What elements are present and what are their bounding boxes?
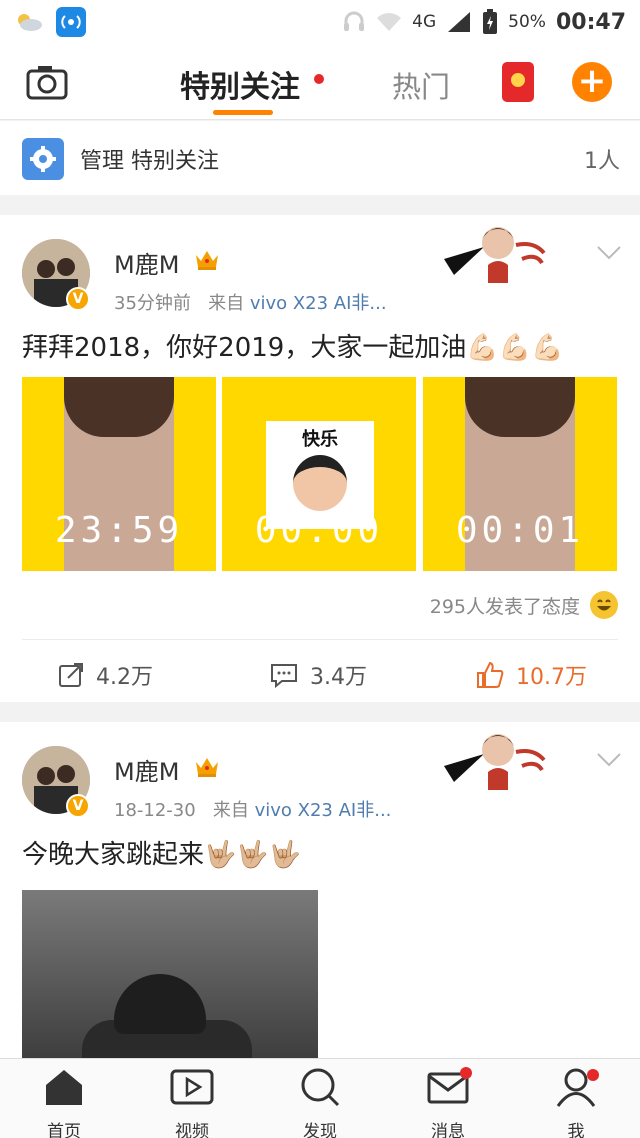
nav-me[interactable]: 我 (531, 1067, 621, 1138)
thumbs-up-icon (477, 661, 504, 688)
hotspot-app-icon (56, 7, 86, 37)
like-button[interactable]: 10.7万 (476, 655, 587, 695)
chevron-down-icon[interactable] (596, 752, 622, 768)
image-timestamp: 00:00 (254, 510, 384, 551)
headset-icon (344, 11, 365, 31)
compose-button[interactable]: + (572, 62, 612, 102)
source-prefix: 来自 (212, 800, 249, 821)
nav-home-label: 首页 (47, 1122, 81, 1138)
username[interactable]: M鹿M (114, 245, 179, 280)
comment-icon (271, 664, 297, 688)
nav-messages[interactable]: 消息 (403, 1067, 493, 1138)
feed-post: V M鹿M 35分钟前 来自 vivo X23 AI非... 拜拜2018，你好… (0, 215, 640, 702)
like-count: 10.7万 (516, 665, 587, 690)
home-icon (46, 1070, 82, 1105)
verified-badge-icon: V (66, 287, 90, 311)
post-image[interactable]: 23:59 (22, 377, 216, 571)
share-button[interactable]: 4.2万 (58, 655, 153, 695)
post-image[interactable] (22, 890, 318, 1070)
nav-home[interactable]: 首页 (19, 1067, 109, 1138)
gear-icon (22, 138, 64, 180)
reactions-summary[interactable]: 295人发表了态度 (430, 591, 618, 619)
verified-badge-icon: V (66, 794, 90, 818)
post-meta: 35分钟前 来自 vivo X23 AI非... (114, 289, 387, 315)
comment-button[interactable]: 3.4万 (270, 655, 367, 695)
image-timestamp: 00:01 (455, 510, 585, 551)
camera-icon[interactable] (26, 64, 68, 100)
post-source[interactable]: vivo X23 AI非... (250, 293, 387, 314)
decoration-badge-icon (444, 227, 546, 283)
signal-icon (448, 12, 471, 32)
weather-icon (18, 14, 42, 31)
post-text: 拜拜2018，你好2019，大家一起加油💪🏻💪🏻💪🏻 (22, 333, 564, 363)
clock: 00:47 (555, 9, 626, 35)
video-icon (170, 1069, 214, 1105)
share-icon (59, 663, 83, 687)
feed-post: V M鹿M 18-12-30 来自 vivo X23 AI非... 今晚大家跳起… (0, 722, 640, 1070)
bottom-nav: 首页 视频 发现 消息 我 (0, 1058, 640, 1138)
nav-discover-label: 发现 (303, 1122, 337, 1138)
post-time: 18-12-30 (114, 800, 196, 821)
manage-label: 管理 特别关注 (80, 149, 219, 174)
post-image[interactable]: 00:01 (423, 377, 617, 571)
crown-icon (196, 251, 218, 270)
share-count: 4.2万 (96, 665, 153, 690)
decoration-badge-icon (444, 734, 546, 790)
post-source[interactable]: vivo X23 AI非... (255, 800, 392, 821)
post-time: 35分钟前 (114, 293, 191, 314)
crown-icon (196, 758, 218, 777)
notification-dot (314, 74, 324, 84)
notification-dot (587, 1069, 599, 1081)
battery-percent: 50% (508, 12, 546, 32)
comment-count: 3.4万 (310, 665, 367, 690)
nav-video-label: 视频 (175, 1122, 209, 1138)
active-tab-indicator (213, 110, 273, 115)
nav-video[interactable]: 视频 (147, 1067, 237, 1138)
divider (22, 639, 618, 640)
post-text: 今晚大家跳起来🤟🏼🤟🏼🤟🏼 (22, 840, 302, 870)
nav-discover[interactable]: 发现 (275, 1067, 365, 1138)
smile-emoji-icon (590, 591, 618, 619)
wifi-icon (377, 13, 402, 31)
tab-hot[interactable]: 热门 (392, 64, 450, 106)
notification-dot (460, 1067, 472, 1079)
post-image[interactable]: 快乐 00:00 (222, 377, 416, 571)
manage-special-follow-row[interactable]: 管理 特别关注 1人 (0, 121, 640, 195)
reactions-text: 295人发表了态度 (429, 595, 580, 618)
follow-count: 1人 (584, 149, 620, 174)
status-bar: 4G 50% 00:47 (0, 0, 640, 44)
red-envelope-icon[interactable] (502, 62, 534, 102)
sticker-label: 快乐 (302, 429, 338, 450)
search-icon (301, 1068, 340, 1107)
image-timestamp: 23:59 (54, 510, 184, 551)
post-meta: 18-12-30 来自 vivo X23 AI非... (114, 796, 391, 822)
network-type: 4G (412, 12, 437, 32)
battery-icon (483, 9, 498, 34)
tab-special-follow[interactable]: 特别关注 (180, 62, 300, 106)
chevron-down-icon[interactable] (596, 245, 622, 261)
username[interactable]: M鹿M (114, 752, 179, 787)
top-nav: 特别关注 热门 + (0, 44, 640, 120)
source-prefix: 来自 (208, 293, 245, 314)
nav-me-label: 我 (567, 1122, 585, 1138)
nav-messages-label: 消息 (431, 1122, 465, 1138)
